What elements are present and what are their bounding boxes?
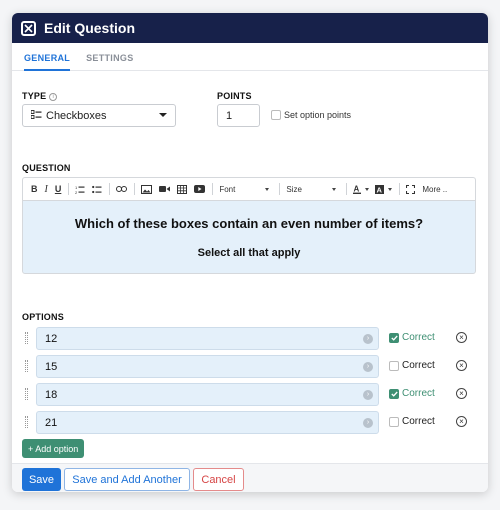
correct-toggle[interactable]: Correct [389, 416, 435, 427]
checkbox-checked-icon[interactable] [389, 332, 399, 343]
size-dropdown[interactable]: Size [286, 185, 337, 194]
video-icon[interactable] [159, 185, 171, 193]
correct-toggle[interactable]: Correct [389, 388, 435, 399]
chevron-down-icon [332, 187, 337, 191]
table-icon[interactable] [177, 184, 188, 194]
checkbox-list-icon [30, 109, 42, 122]
chevron-right-icon[interactable]: › [363, 390, 373, 400]
option-row: 15 › Correct × [22, 355, 482, 378]
bullet-list-icon[interactable] [92, 185, 102, 194]
question-text-line-1: Which of these boxes contain an even num… [74, 216, 424, 231]
question-editor[interactable]: Which of these boxes contain an even num… [22, 200, 476, 274]
option-input[interactable]: 18 › [36, 383, 379, 406]
option-input[interactable]: 15 › [36, 355, 379, 378]
question-text-line-2: Select all that apply [197, 247, 301, 259]
font-dropdown[interactable]: Font [219, 185, 270, 194]
set-option-points[interactable]: Set option points [271, 110, 351, 120]
italic-button[interactable]: I [45, 184, 48, 195]
chevron-right-icon[interactable]: › [363, 362, 373, 372]
tab-bar: GENERAL SETTINGS [12, 43, 488, 71]
edit-question-modal: Edit Question GENERAL SETTINGS TYPE i Che… [12, 13, 488, 492]
correct-toggle[interactable]: Correct [389, 332, 435, 343]
toolbar-divider [68, 183, 70, 195]
fullscreen-icon[interactable] [406, 184, 416, 194]
chevron-down-icon [159, 113, 167, 117]
modal-footer: Save Save and Add Another Cancel [12, 463, 488, 492]
points-label: POINTS [217, 91, 252, 101]
question-label: QUESTION [22, 163, 71, 173]
chevron-right-icon[interactable]: › [363, 334, 373, 344]
options-label: OPTIONS [22, 312, 64, 322]
cancel-button[interactable]: Cancel [193, 468, 244, 491]
toolbar-divider [279, 183, 281, 195]
checkbox-empty-icon[interactable] [389, 360, 399, 371]
editor-toolbar: B I U 12 Font Size A A More .. [22, 177, 476, 200]
option-input[interactable]: 21 › [36, 411, 379, 434]
ordered-list-icon[interactable]: 12 [75, 185, 85, 194]
tab-settings[interactable]: SETTINGS [86, 43, 133, 71]
drag-handle-icon[interactable] [25, 332, 28, 344]
option-row: 18 › Correct × [22, 383, 482, 406]
remove-option-icon[interactable]: × [456, 416, 467, 427]
type-select-value: Checkboxes [46, 109, 107, 122]
remove-option-icon[interactable]: × [456, 332, 467, 343]
set-option-points-checkbox[interactable] [271, 110, 281, 120]
image-icon[interactable] [141, 184, 153, 194]
type-label: TYPE i [22, 91, 58, 101]
more-button[interactable]: More .. [422, 185, 447, 194]
type-select[interactable]: Checkboxes [22, 104, 176, 127]
modal-header: Edit Question [12, 13, 488, 43]
checkbox-empty-icon[interactable] [389, 416, 399, 427]
close-icon[interactable] [21, 20, 36, 36]
modal-title: Edit Question [44, 20, 135, 36]
drag-handle-icon[interactable] [25, 416, 28, 428]
remove-option-icon[interactable]: × [456, 360, 467, 371]
checkbox-checked-icon[interactable] [389, 388, 399, 399]
add-option-button[interactable]: + Add option [22, 439, 85, 458]
save-button[interactable]: Save [22, 468, 61, 491]
svg-text:A: A [354, 185, 360, 194]
chevron-right-icon[interactable]: › [363, 418, 373, 428]
option-row: 21 › Correct × [22, 411, 482, 434]
points-input[interactable]: 1 [217, 104, 260, 127]
toolbar-divider [109, 183, 111, 195]
option-input[interactable]: 12 › [36, 327, 379, 350]
tab-general[interactable]: GENERAL [24, 43, 71, 71]
chevron-down-icon [365, 187, 370, 191]
youtube-icon[interactable] [194, 185, 206, 193]
chevron-down-icon [388, 187, 393, 191]
option-row: 12 › Correct × [22, 327, 482, 350]
correct-toggle[interactable]: Correct [389, 360, 435, 371]
drag-handle-icon[interactable] [25, 360, 28, 372]
toolbar-divider [212, 183, 214, 195]
svg-text:2: 2 [75, 190, 78, 194]
underline-button[interactable]: U [55, 184, 62, 194]
drag-handle-icon[interactable] [25, 388, 28, 400]
toolbar-divider [134, 183, 136, 195]
save-and-add-another-button[interactable]: Save and Add Another [64, 468, 190, 491]
highlight-color-icon[interactable]: A [375, 184, 393, 194]
toolbar-divider [346, 183, 348, 195]
chevron-down-icon [265, 187, 270, 191]
remove-option-icon[interactable]: × [456, 388, 467, 399]
link-icon[interactable] [116, 186, 128, 192]
bold-button[interactable]: B [31, 184, 38, 194]
svg-text:A: A [377, 185, 383, 194]
text-color-icon[interactable]: A [353, 185, 370, 194]
set-option-points-label: Set option points [284, 110, 352, 120]
toolbar-divider [399, 183, 401, 195]
info-icon[interactable]: i [49, 93, 58, 101]
